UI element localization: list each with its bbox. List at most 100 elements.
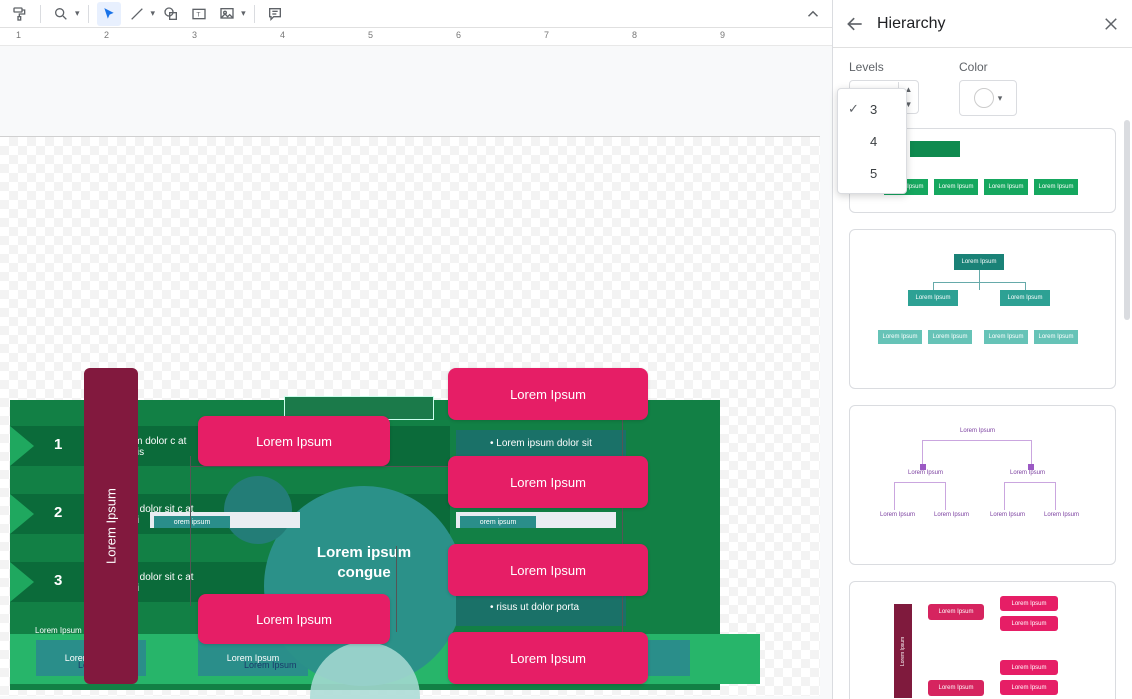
arrow-marker <box>1028 464 1034 470</box>
tiny-box-label: orem ipsum <box>480 519 517 526</box>
hierarchy-node[interactable]: Lorem Ipsum <box>448 456 648 508</box>
hierarchy-node[interactable]: Lorem Ipsum <box>198 594 390 644</box>
levels-dropdown: ✓3 4 5 <box>837 88 907 194</box>
row-number: 3 <box>54 572 62 589</box>
line-tool-button[interactable] <box>125 2 149 26</box>
image-dropdown-caret[interactable]: ▾ <box>241 8 246 19</box>
ruler-tick: 4 <box>280 30 285 40</box>
collapse-toolbar-button[interactable] <box>804 5 822 23</box>
thumb-node: Lorem Ipsum <box>1000 616 1058 631</box>
line-dropdown-caret[interactable]: ▾ <box>151 8 156 19</box>
hierarchy-node[interactable]: Lorem Ipsum <box>448 368 648 420</box>
textbox-tool-button[interactable]: T <box>187 2 211 26</box>
color-label: Color <box>959 60 1017 74</box>
image-icon <box>219 6 235 22</box>
row-number: 1 <box>54 436 62 453</box>
thumb-label: Lorem Ipsum <box>990 512 1025 518</box>
bullet-text[interactable]: • Lorem ipsum dolor sit <box>490 438 592 449</box>
thumb-node: Lorem Ipsum <box>984 179 1028 195</box>
triangle-decoration <box>10 562 34 602</box>
close-button[interactable] <box>1102 15 1120 33</box>
toolbar-separator <box>40 5 41 23</box>
color-swatch <box>974 88 994 108</box>
shape-icon <box>163 6 179 22</box>
tiny-box[interactable]: orem ipsum <box>460 516 536 528</box>
connector-line <box>622 408 623 638</box>
panel-header: Hierarchy <box>833 0 1132 48</box>
template-thumb-2[interactable]: Lorem Ipsum Lorem Ipsum Lorem Ipsum Lore… <box>849 229 1116 389</box>
thumb-label: Lorem Ipsum <box>1044 512 1079 518</box>
cursor-icon <box>102 7 116 21</box>
levels-option-4[interactable]: 4 <box>838 125 906 157</box>
ruler-tick: 2 <box>104 30 109 40</box>
svg-text:T: T <box>196 11 200 18</box>
thumb-node: Lorem Ipsum <box>928 604 984 620</box>
levels-option-5[interactable]: 5 <box>838 157 906 189</box>
toolbar-separator <box>254 5 255 23</box>
thumb-node: Lorem Ipsum <box>928 680 984 696</box>
canvas-area[interactable]: 1 2 3 osum dolor c at adipis sum dolor s… <box>0 46 832 699</box>
hierarchy-node[interactable]: Lorem Ipsum <box>448 544 648 596</box>
panel-scrollbar[interactable] <box>1124 120 1130 320</box>
ruler-tick: 9 <box>720 30 725 40</box>
levels-option-3[interactable]: ✓3 <box>838 93 906 125</box>
shape-tool-button[interactable] <box>159 2 183 26</box>
back-button[interactable] <box>845 14 865 34</box>
thumb-node: Lorem Ipsum <box>1000 596 1058 611</box>
hierarchy-node[interactable]: Lorem Ipsum <box>448 632 648 684</box>
arrow-left-icon <box>845 14 865 34</box>
center-title-line1[interactable]: Lorem ipsum <box>304 544 424 561</box>
zoom-icon <box>53 6 69 22</box>
hierarchy-node-label: Lorem Ipsum <box>510 651 586 666</box>
paint-format-button[interactable] <box>8 2 32 26</box>
paint-roller-icon <box>12 6 28 22</box>
hierarchy-node-label: Lorem Ipsum <box>256 612 332 627</box>
hierarchy-node-label: Lorem Ipsum <box>256 434 332 449</box>
thumb-label: Lorem Ipsum <box>960 428 995 434</box>
thumb-node: Lorem Ipsum <box>1000 680 1058 695</box>
thumb-node: Lorem Ipsum <box>934 179 978 195</box>
panel-title: Hierarchy <box>877 15 1090 33</box>
image-tool-button[interactable] <box>215 2 239 26</box>
tiny-box[interactable]: orem ipsum <box>154 516 230 528</box>
side-circle[interactable] <box>224 476 292 544</box>
toolbar-separator <box>88 5 89 23</box>
thumb-node: Lorem Ipsum <box>1000 660 1058 675</box>
ruler-tick: 6 <box>456 30 461 40</box>
template-thumb-3[interactable]: Lorem Ipsum Lorem Ipsum Lorem Ipsum Lore… <box>849 405 1116 565</box>
zoom-button[interactable] <box>49 2 73 26</box>
levels-control: Levels 3 ▲ ▼ ✓3 4 5 <box>849 60 919 116</box>
levels-label: Levels <box>849 60 919 74</box>
option-label: 3 <box>870 102 877 117</box>
template-thumb-4[interactable]: Lorem Ipsum Lorem Ipsum Lorem Ipsum Lore… <box>849 581 1116 699</box>
connector <box>894 482 946 510</box>
line-icon <box>129 6 145 22</box>
chevron-down-icon: ▾ <box>998 93 1003 104</box>
connector-line <box>190 466 450 467</box>
hierarchy-node[interactable]: Lorem Ipsum <box>198 416 390 466</box>
textbox-icon: T <box>191 6 207 22</box>
triangle-decoration <box>10 426 34 466</box>
zoom-dropdown-caret[interactable]: ▾ <box>75 8 80 19</box>
thumb-label: Lorem Ipsum <box>934 512 969 518</box>
thumb-node: Lorem Ipsum <box>954 254 1004 270</box>
bullet-text[interactable]: • risus ut dolor porta <box>490 602 579 613</box>
hierarchy-root-label: Lorem Ipsum <box>104 488 119 564</box>
hierarchy-root-vertical[interactable]: Lorem Ipsum <box>84 368 138 684</box>
hierarchy-node-label: Lorem Ipsum <box>510 475 586 490</box>
tiny-box-label: orem ipsum <box>174 519 211 526</box>
check-icon: ✓ <box>848 101 862 117</box>
ruler-tick: 7 <box>544 30 549 40</box>
triangle-decoration <box>10 494 34 534</box>
hierarchy-panel: Hierarchy Levels 3 ▲ ▼ ✓3 4 5 Color <box>832 0 1132 699</box>
comment-button[interactable] <box>263 2 287 26</box>
arrow-marker <box>920 464 926 470</box>
ruler-tick: 8 <box>632 30 637 40</box>
thumb-label: Lorem Ipsum <box>1010 470 1045 476</box>
center-title-line2[interactable]: congue <box>304 564 424 581</box>
select-tool-button[interactable] <box>97 2 121 26</box>
thumb-node: Lorem Ipsum <box>1000 290 1050 306</box>
template-thumbnails[interactable]: Lorem Ipsum Lorem Ipsum Lorem Ipsum Lore… <box>833 120 1132 699</box>
connector <box>1004 482 1056 510</box>
color-picker-button[interactable]: ▾ <box>959 80 1017 116</box>
